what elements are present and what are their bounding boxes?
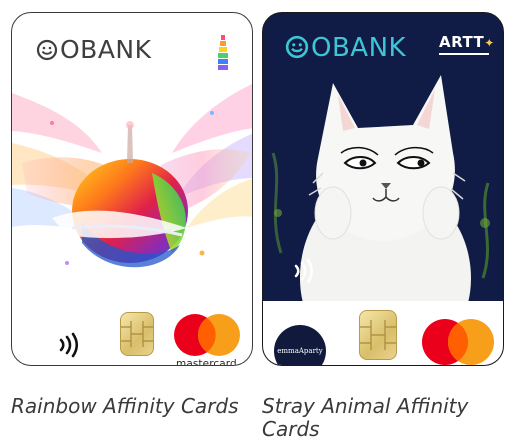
mastercard-logo — [422, 319, 494, 365]
card-caption-line2: Cards — [262, 417, 320, 441]
mastercard-wordmark: mastercard — [425, 363, 492, 365]
mastercard-wordmark: mastercard — [176, 358, 237, 366]
sparkle-icon: ✦ — [484, 36, 495, 50]
artt-underline — [439, 53, 489, 55]
obank-logo: OBANK — [285, 35, 406, 61]
brand-logo-text: OBANK — [311, 33, 407, 63]
artt-logo-text: ARTT — [439, 33, 485, 51]
emv-chip — [359, 310, 397, 360]
smiley-icon — [36, 39, 58, 61]
contactless-icon — [294, 258, 314, 284]
card-caption[interactable]: Stray Animal Affinity Cards — [262, 395, 468, 441]
smiley-icon — [285, 35, 309, 59]
artt-partner-logo: ARTT✦ — [439, 35, 495, 55]
brand-logo-text: OBANK — [60, 35, 152, 64]
card-image-rainbow[interactable]: OBANK mastercard — [11, 12, 253, 366]
obank-logo: OBANK — [36, 37, 152, 62]
mastercard-logo — [174, 314, 240, 356]
emma-party-text: emmaAparty — [277, 347, 323, 355]
card-image-stray-animal[interactable]: OBANK ARTT✦ emmaAparty mastercard — [262, 12, 504, 366]
rainbow-stripe-icon — [218, 35, 228, 70]
card-caption[interactable]: Rainbow Affinity Cards — [11, 395, 239, 418]
card-caption-line1: Stray Animal Affinity — [262, 394, 469, 418]
emv-chip — [120, 312, 154, 356]
contactless-icon — [59, 332, 79, 358]
